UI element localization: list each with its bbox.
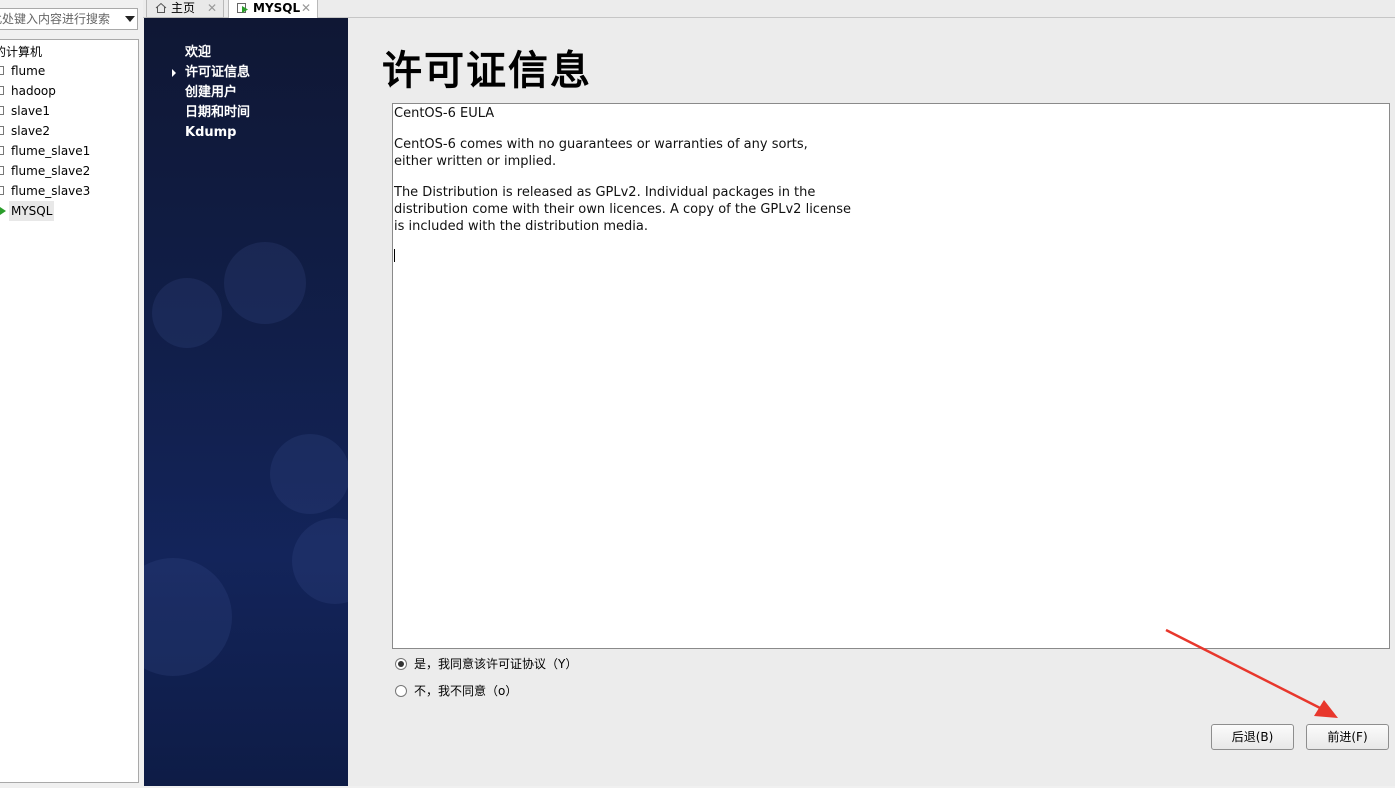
- page-title: 许可证信息: [382, 48, 592, 94]
- installer-sidebar: 欢迎 许可证信息 创建用户 日期和时间 Kdump: [144, 18, 348, 786]
- step-welcome: 欢迎: [185, 43, 250, 63]
- step-label: 欢迎: [185, 45, 212, 60]
- text-caret: [394, 249, 395, 262]
- disagree-label: 不，我不同意（o）: [414, 684, 518, 698]
- vm-icon: [0, 126, 4, 135]
- chevron-down-icon[interactable]: [125, 16, 135, 22]
- vm-name: slave2: [11, 124, 51, 138]
- step-license: 许可证信息: [172, 63, 251, 83]
- step-label: 日期和时间: [185, 105, 251, 120]
- vm-running-icon: [237, 3, 248, 13]
- vm-icon: [0, 66, 4, 75]
- forward-button[interactable]: 前进(F): [1306, 724, 1389, 750]
- tree-item-vm[interactable]: flume_slave3: [0, 181, 138, 201]
- step-label: Kdump: [185, 125, 237, 140]
- library-search-box[interactable]: [0, 8, 138, 30]
- vm-name: flume: [11, 64, 46, 78]
- vm-icon: [0, 146, 4, 155]
- step-label: 创建用户: [185, 85, 238, 100]
- tab-home[interactable]: 主页 ✕: [146, 0, 224, 18]
- tree-item-vm-selected[interactable]: MYSQL: [0, 201, 138, 221]
- license-text-area[interactable]: CentOS-6 EULA CentOS-6 comes with no gua…: [392, 103, 1390, 649]
- tree-root-my-computer[interactable]: 的计算机: [0, 42, 42, 62]
- vm-name: flume_slave2: [11, 164, 91, 178]
- tree-item-vm[interactable]: slave2: [0, 121, 138, 141]
- vm-name: flume_slave1: [11, 144, 91, 158]
- vm-icon: [0, 86, 4, 95]
- tab-bar: 主页 ✕ MYSQL ✕: [143, 0, 1395, 18]
- step-kdump: Kdump: [185, 123, 250, 143]
- vm-name: MYSQL: [9, 201, 55, 221]
- current-step-arrow-icon: [172, 69, 176, 77]
- tree-item-vm[interactable]: flume_slave2: [0, 161, 138, 181]
- step-label: 许可证信息: [185, 65, 251, 80]
- vm-name: slave1: [11, 104, 51, 118]
- tab-label: MYSQL: [253, 1, 301, 15]
- installer-steps: 欢迎 许可证信息 创建用户 日期和时间 Kdump: [172, 43, 251, 143]
- library-search-input[interactable]: [0, 9, 118, 29]
- vm-icon: [0, 166, 4, 175]
- vm-icon: [0, 106, 4, 115]
- vm-name: hadoop: [11, 84, 56, 98]
- tree-item-vm[interactable]: slave1: [0, 101, 138, 121]
- back-button[interactable]: 后退(B): [1211, 724, 1294, 750]
- tree-item-vm[interactable]: flume: [0, 61, 138, 81]
- tab-label: 主页: [171, 1, 196, 15]
- step-date-time: 日期和时间: [185, 103, 250, 123]
- agree-label: 是，我同意该许可证协议（Y）: [414, 657, 578, 671]
- tree-item-vm[interactable]: flume_slave1: [0, 141, 138, 161]
- panel-splitter[interactable]: [139, 0, 143, 788]
- vm-library-panel: 的计算机 flume hadoop slave1 slave2 flume_sl…: [0, 0, 141, 788]
- close-icon[interactable]: ✕: [207, 0, 217, 17]
- agree-radio[interactable]: [395, 658, 407, 670]
- close-icon[interactable]: ✕: [301, 0, 311, 17]
- installer-main: 许可证信息 CentOS-6 EULA CentOS-6 comes with …: [348, 18, 1395, 786]
- step-create-user: 创建用户: [185, 83, 250, 103]
- vm-tree: 的计算机 flume hadoop slave1 slave2 flume_sl…: [0, 39, 139, 783]
- disagree-radio[interactable]: [395, 685, 407, 697]
- license-paragraph: CentOS-6 EULA: [394, 106, 495, 121]
- license-paragraph: CentOS-6 comes with no guarantees or war…: [394, 137, 808, 169]
- vm-name: flume_slave3: [11, 184, 91, 198]
- vm-icon: [0, 186, 4, 195]
- tab-mysql[interactable]: MYSQL ✕: [228, 0, 318, 18]
- home-icon: [155, 2, 167, 13]
- vm-console[interactable]: 欢迎 许可证信息 创建用户 日期和时间 Kdump 许可证信息 CentOS-6…: [144, 18, 1395, 786]
- license-paragraph: The Distribution is released as GPLv2. I…: [394, 185, 851, 234]
- tree-item-vm[interactable]: hadoop: [0, 81, 138, 101]
- tree-root-label: 的计算机: [0, 45, 43, 59]
- vm-running-icon: [0, 207, 6, 215]
